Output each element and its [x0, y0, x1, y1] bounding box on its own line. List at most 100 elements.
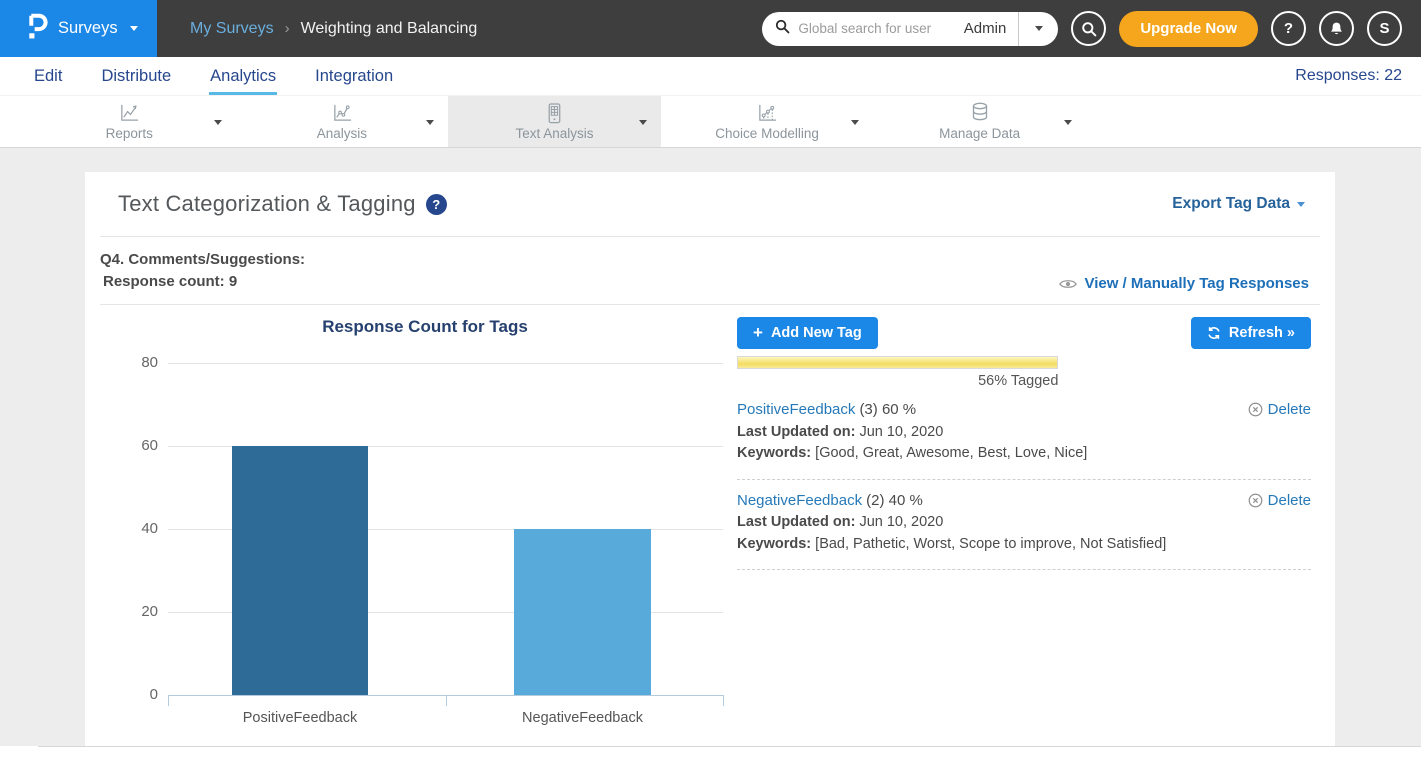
page-background: Text Categorization & Tagging ? Export T…: [0, 148, 1421, 756]
survey-nav-tabs: Edit Distribute Analytics Integration: [33, 57, 394, 95]
y-axis-tick: 20: [120, 603, 158, 620]
delete-tag-button[interactable]: Delete: [1248, 401, 1311, 418]
delete-label: Delete: [1268, 492, 1311, 509]
bar-negative-feedback[interactable]: [514, 529, 651, 695]
tag-details: NegativeFeedback (2) 40 % Last Updated o…: [737, 490, 1166, 556]
toolbar-strip: Reports Analysis Text Analysis Choice Mo…: [23, 96, 1086, 147]
notifications-button[interactable]: [1319, 11, 1354, 46]
tab-edit[interactable]: Edit: [33, 57, 63, 95]
reports-chart-icon: [117, 103, 141, 124]
toolbar-item-label: Text Analysis: [515, 126, 593, 141]
tag-name-link[interactable]: NegativeFeedback: [737, 492, 862, 509]
tag-keywords-line: Keywords: [Good, Great, Awesome, Best, L…: [737, 443, 1087, 465]
delete-label: Delete: [1268, 401, 1311, 418]
chevron-down-icon: [130, 26, 138, 31]
tag-keywords-line: Keywords: [Bad, Pathetic, Worst, Scope t…: [737, 534, 1166, 556]
updated-label: Last Updated on:: [737, 424, 855, 440]
tab-distribute[interactable]: Distribute: [100, 57, 172, 95]
toolbar-item-choice-modelling[interactable]: Choice Modelling: [661, 96, 874, 147]
chevron-down-icon[interactable]: [1064, 120, 1072, 125]
breadcrumb-current-survey: Weighting and Balancing: [301, 20, 478, 38]
tag-row-positive-feedback: PositiveFeedback (3) 60 % Last Updated o…: [737, 389, 1311, 480]
question-row: Q4. Comments/Suggestions: Response count…: [85, 237, 1335, 304]
tag-name-link[interactable]: PositiveFeedback: [737, 401, 855, 418]
analysis-chart-icon: [330, 103, 354, 124]
y-axis-tick: 0: [120, 686, 158, 703]
search-scope-label[interactable]: Admin: [964, 20, 1007, 37]
search-icon: [1081, 21, 1097, 37]
toolbar-item-reports[interactable]: Reports: [23, 96, 236, 147]
help-icon[interactable]: ?: [426, 194, 447, 215]
gridline: 80: [168, 363, 723, 364]
bar-positive-feedback[interactable]: [232, 446, 368, 695]
x-axis-label: PositiveFeedback: [232, 710, 368, 726]
x-axis-label: NegativeFeedback: [514, 710, 651, 726]
toolbar-item-text-analysis[interactable]: Text Analysis: [448, 96, 661, 147]
search-button[interactable]: [1071, 11, 1106, 46]
export-tag-data-dropdown[interactable]: Export Tag Data: [1172, 195, 1305, 213]
x-axis-tick: [723, 695, 724, 706]
account-avatar[interactable]: S: [1367, 11, 1402, 46]
y-axis-tick: 40: [120, 520, 158, 537]
toolbar-item-manage-data[interactable]: Manage Data: [873, 96, 1086, 147]
toolbar-item-label: Reports: [106, 126, 153, 141]
text-analysis-icon: [542, 103, 566, 124]
brand-logo-icon: [27, 13, 48, 45]
x-axis-tick: [168, 695, 169, 706]
tab-integration[interactable]: Integration: [314, 57, 394, 95]
search-input[interactable]: [798, 21, 959, 36]
help-button[interactable]: ?: [1271, 11, 1306, 46]
toolbar-item-label: Manage Data: [939, 126, 1020, 141]
keywords-label: Keywords:: [737, 445, 811, 461]
tag-updated-line: Last Updated on: Jun 10, 2020: [737, 512, 1166, 534]
top-right-actions: Admin Upgrade Now ? S: [762, 11, 1421, 47]
avatar-initial: S: [1379, 20, 1389, 37]
tag-title-line: PositiveFeedback (3) 60 %: [737, 399, 1087, 422]
bar-chart: 80 60 40 20 0 PositiveFeedback NegativeF…: [168, 363, 723, 695]
tag-row-negative-feedback: NegativeFeedback (2) 40 % Last Updated o…: [737, 480, 1311, 571]
toolbar-item-label: Choice Modelling: [715, 126, 819, 141]
breadcrumb-separator: ›: [285, 20, 290, 37]
breadcrumb: My Surveys › Weighting and Balancing: [190, 20, 477, 38]
tab-analytics[interactable]: Analytics: [209, 57, 277, 95]
brand-product-label: Surveys: [58, 19, 118, 38]
chevron-down-icon[interactable]: [214, 120, 222, 125]
tag-title-line: NegativeFeedback (2) 40 %: [737, 490, 1166, 513]
eye-icon: [1059, 278, 1077, 290]
tag-updated-line: Last Updated on: Jun 10, 2020: [737, 422, 1087, 444]
page-title: Text Categorization & Tagging: [118, 191, 416, 217]
top-bar: Surveys My Surveys › Weighting and Balan…: [0, 0, 1421, 57]
global-search[interactable]: Admin: [762, 12, 1058, 46]
circle-x-icon: [1248, 493, 1263, 508]
view-manually-tag-link[interactable]: View / Manually Tag Responses: [1059, 275, 1309, 293]
keywords-value: [Good, Great, Awesome, Best, Love, Nice]: [811, 445, 1087, 461]
chevron-down-icon: [1297, 202, 1305, 207]
app: Surveys My Surveys › Weighting and Balan…: [0, 0, 1421, 756]
chevron-down-icon[interactable]: [639, 120, 647, 125]
chart-title: Response Count for Tags: [120, 317, 730, 337]
search-scope-dropdown[interactable]: [1019, 12, 1058, 46]
chevron-down-icon[interactable]: [426, 120, 434, 125]
question-info: Q4. Comments/Suggestions: Response count…: [100, 249, 305, 293]
choice-modelling-icon: [755, 103, 779, 124]
circle-x-icon: [1248, 402, 1263, 417]
view-manually-tag-label: View / Manually Tag Responses: [1084, 275, 1309, 292]
product-switcher[interactable]: Surveys: [0, 0, 157, 57]
add-new-tag-label: Add New Tag: [771, 325, 862, 341]
chevron-down-icon: [1035, 26, 1043, 31]
bell-icon: [1329, 21, 1344, 37]
add-new-tag-button[interactable]: + Add New Tag: [737, 317, 878, 349]
progress-label: 56% Tagged: [737, 373, 1058, 389]
refresh-icon: [1207, 326, 1221, 340]
refresh-button[interactable]: Refresh »: [1191, 317, 1311, 349]
toolbar-item-analysis[interactable]: Analysis: [236, 96, 449, 147]
upgrade-now-button[interactable]: Upgrade Now: [1119, 11, 1258, 47]
chevron-down-icon[interactable]: [851, 120, 859, 125]
refresh-label: Refresh »: [1229, 325, 1295, 341]
breadcrumb-my-surveys[interactable]: My Surveys: [190, 20, 274, 38]
database-icon: [968, 102, 992, 124]
plus-icon: +: [753, 326, 763, 340]
delete-tag-button[interactable]: Delete: [1248, 492, 1311, 509]
tag-details: PositiveFeedback (3) 60 % Last Updated o…: [737, 399, 1087, 465]
tag-count-percent: (3) 60 %: [859, 401, 916, 418]
